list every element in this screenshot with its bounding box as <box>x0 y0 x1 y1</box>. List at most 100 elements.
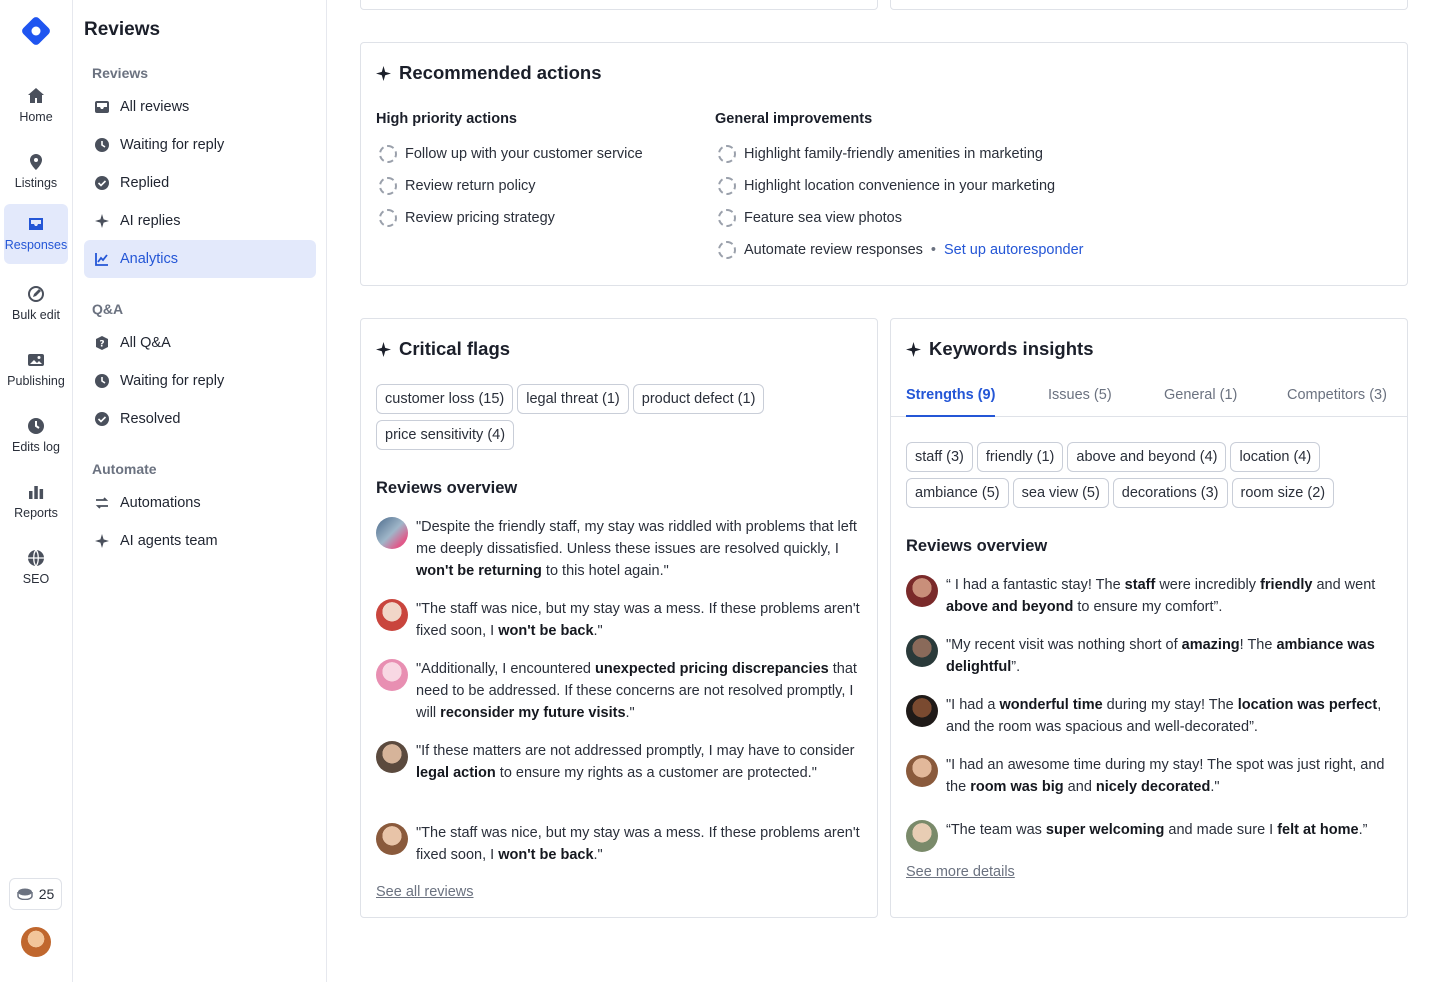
nav-item-label: AI agents team <box>120 533 218 549</box>
see-all-reviews-link[interactable]: See all reviews <box>376 884 474 900</box>
rail-item-reports[interactable]: Reports <box>4 472 68 532</box>
keywords-insights-title: Keywords insights <box>906 338 1093 360</box>
status-circle-icon <box>718 145 736 163</box>
nav-item-automations[interactable]: Automations <box>84 484 316 522</box>
nav-item-label: AI replies <box>120 213 181 229</box>
nav-item-waiting-for-reply[interactable]: Waiting for reply <box>84 126 316 164</box>
reviews-overview-title: Reviews overview <box>906 537 1048 555</box>
rail-item-seo[interactable]: SEO <box>4 538 68 598</box>
nav-item-replied[interactable]: Replied <box>84 164 316 202</box>
rail-item-label: Home <box>19 110 53 124</box>
action-item[interactable]: Review return policy <box>379 177 536 195</box>
keyword-chip[interactable]: location (4) <box>1230 442 1321 472</box>
review-item: "My recent visit was nothing short of am… <box>906 634 1396 678</box>
review-text: "My recent visit was nothing short of am… <box>946 637 1375 675</box>
review-text: “ I had a fantastic stay! The staff were… <box>946 577 1376 615</box>
flag-chip[interactable]: legal threat (1) <box>517 384 629 414</box>
app-logo-icon[interactable] <box>20 15 52 47</box>
rail-item-listings[interactable]: Listings <box>4 142 68 202</box>
nav-item-all-qa[interactable]: ? All Q&A <box>84 324 316 362</box>
nav-item-ai-replies[interactable]: AI replies <box>84 202 316 240</box>
reviewer-avatar <box>906 575 938 607</box>
line-chart-icon <box>95 253 108 266</box>
nav-item-qa-waiting-for-reply[interactable]: Waiting for reply <box>84 362 316 400</box>
rail-item-label: SEO <box>22 572 50 586</box>
image-icon <box>28 354 44 366</box>
review-text: "Additionally, I encountered unexpected … <box>416 661 857 721</box>
action-item[interactable]: Highlight family-friendly amenities in m… <box>718 145 1043 163</box>
bar-chart-icon <box>29 486 44 499</box>
reviewer-avatar <box>376 517 408 549</box>
nav-item-all-reviews[interactable]: All reviews <box>84 88 316 126</box>
keyword-chip[interactable]: sea view (5) <box>1012 478 1109 508</box>
sparkle-icon <box>906 341 921 357</box>
coins-icon <box>16 888 33 900</box>
keyword-chips: staff (3) friendly (1) above and beyond … <box>906 442 1396 508</box>
rail-item-home[interactable]: Home <box>4 76 68 136</box>
rail-item-label: Edits log <box>12 440 60 454</box>
keyword-chip[interactable]: above and beyond (4) <box>1067 442 1227 472</box>
high-priority-title: High priority actions <box>376 111 517 127</box>
status-circle-icon <box>718 209 736 227</box>
credits-badge[interactable]: 25 <box>9 878 62 910</box>
rail-item-edits-log[interactable]: Edits log <box>4 406 68 466</box>
user-avatar[interactable] <box>21 927 51 957</box>
action-item[interactable]: Review pricing strategy <box>379 209 555 227</box>
review-text: "Despite the friendly staff, my stay was… <box>416 519 857 579</box>
see-more-details-link[interactable]: See more details <box>906 864 1015 880</box>
check-circle-icon <box>95 176 109 190</box>
keyword-chip[interactable]: staff (3) <box>906 442 973 472</box>
sparkle-icon <box>376 341 391 357</box>
flag-chip[interactable]: product defect (1) <box>632 384 765 414</box>
tab-general[interactable]: General (1) <box>1164 387 1237 417</box>
pin-icon <box>30 154 42 170</box>
nav-item-ai-agents-team[interactable]: AI agents team <box>84 522 316 560</box>
clock-icon <box>95 138 109 152</box>
reviewer-avatar <box>906 635 938 667</box>
set-up-autoresponder-link[interactable]: Set up autoresponder <box>944 242 1083 258</box>
review-item: "Additionally, I encountered unexpected … <box>376 658 866 724</box>
keyword-tabs: Strengths (9) Issues (5) General (1) Com… <box>891 383 1407 417</box>
tab-competitors[interactable]: Competitors (3) <box>1287 387 1387 417</box>
tab-issues[interactable]: Issues (5) <box>1048 387 1112 417</box>
rail-item-publishing[interactable]: Publishing <box>4 340 68 400</box>
nav-item-resolved[interactable]: Resolved <box>84 400 316 438</box>
review-item: "I had a wonderful time during my stay! … <box>906 694 1396 738</box>
nav-item-label: Analytics <box>120 251 179 267</box>
rail-item-label: Listings <box>14 176 58 190</box>
status-circle-icon <box>379 209 397 227</box>
nav-item-analytics[interactable]: Analytics <box>84 240 316 278</box>
automation-icon <box>95 497 109 509</box>
keyword-chip[interactable]: friendly (1) <box>976 442 1064 472</box>
critical-flags-title: Critical flags <box>376 338 510 360</box>
review-item: "I had an awesome time during my stay! T… <box>906 754 1396 798</box>
secondary-nav: Reviews Reviews All reviews Waiting for … <box>73 0 327 982</box>
nav-item-label: Waiting for reply <box>120 137 225 153</box>
keyword-chip[interactable]: ambiance (5) <box>906 478 1009 508</box>
action-item[interactable]: Automate review responses • Set up autores… <box>718 241 1083 259</box>
nav-item-label: All Q&A <box>120 335 171 351</box>
sparkle-icon <box>95 214 109 228</box>
action-item[interactable]: Follow up with your customer service <box>379 145 643 163</box>
critical-flags-card: Critical flags customer loss (15) legal … <box>360 318 878 918</box>
reviewer-avatar <box>376 659 408 691</box>
rail-item-responses[interactable]: Responses <box>4 204 68 264</box>
flag-chip[interactable]: price sensitivity (4) <box>376 420 515 450</box>
rail-item-bulk-edit[interactable]: Bulk edit <box>4 274 68 334</box>
keyword-chip[interactable]: decorations (3) <box>1112 478 1228 508</box>
svg-text:?: ? <box>99 340 104 350</box>
review-item: "If these matters are not addressed prom… <box>376 740 866 784</box>
flag-chip[interactable]: customer loss (15) <box>376 384 514 414</box>
tab-strengths[interactable]: Strengths (9) <box>906 387 996 417</box>
inbox-icon <box>29 218 43 230</box>
status-circle-icon <box>379 145 397 163</box>
action-item[interactable]: Highlight location convenience in your m… <box>718 177 1055 195</box>
sparkle-icon <box>95 534 109 548</box>
action-item[interactable]: Feature sea view photos <box>718 209 902 227</box>
sparkle-icon <box>376 65 391 81</box>
keyword-chip[interactable]: room size (2) <box>1231 478 1335 508</box>
rail-item-label: Bulk edit <box>12 308 60 322</box>
icon-rail: Home Listings Responses Bulk edit Publis… <box>0 0 73 982</box>
reviewer-avatar <box>376 741 408 773</box>
nav-item-label: Replied <box>120 175 170 191</box>
